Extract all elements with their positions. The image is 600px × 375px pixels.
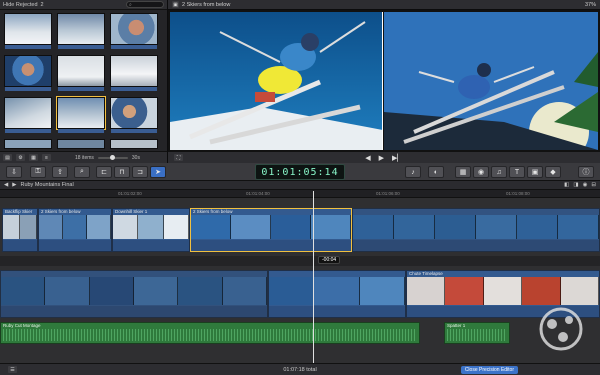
list-view-icon[interactable]: ▤ — [3, 154, 12, 161]
playhead-offset: -00:04 — [318, 256, 341, 264]
index-icon[interactable]: ☰ — [8, 366, 17, 373]
music-icon[interactable]: ♫ — [491, 166, 507, 178]
audio-clip-label: Spatter 1 — [447, 323, 466, 328]
browser-search-input[interactable]: ⌕ — [126, 1, 164, 8]
filmstrip-view-icon[interactable]: ▦ — [29, 154, 38, 161]
clip-label: Downhill Skier 1 — [115, 209, 148, 214]
event-browser: Hide Rejected 2 ⌕ ▤ ⚙ ▦ ≡ 18 items 30s — [0, 0, 168, 163]
precision-editor-divider — [0, 256, 600, 266]
audio-clip[interactable]: Ruby Cut Montage — [0, 322, 420, 344]
close-precision-editor-button[interactable]: Close Precision Editor — [460, 366, 518, 374]
clip-thumbnail-grid — [4, 13, 164, 149]
clip-thumbnail[interactable] — [57, 139, 105, 149]
project-name: Ruby Mountains Final — [20, 182, 74, 188]
timeline: Backflip Skier 2 Skiers from below Downh… — [0, 198, 600, 363]
skier-jump-image — [170, 12, 382, 150]
viewer: ▣ 2 Skiers from below 37% ⛶ ◀ ▶ ▶▏ — [168, 0, 600, 163]
clip-label: Chute Timelapse — [409, 271, 443, 276]
dashboard-timecode[interactable]: 01:01:05:14 — [255, 164, 345, 180]
generators-icon[interactable]: ▣ — [527, 166, 543, 178]
clip-thumbnail[interactable] — [57, 55, 105, 91]
ruler-label: 01:01:04:00 — [246, 191, 270, 196]
main-toolbar: ⇩ ⚿ ⇪ ⌕ ⊏ ⊓ ⊐ ➤ 01:01:05:14 ♪ ◐ ▦ ◉ ♫ T … — [0, 163, 600, 181]
ruler-label: 01:01:08:00 — [506, 191, 530, 196]
clip-filter-dropdown[interactable]: Hide Rejected — [3, 2, 38, 8]
playhead[interactable] — [313, 191, 314, 363]
timeline-clip[interactable] — [352, 208, 600, 252]
ruler-label: 01:01:02:00 — [118, 191, 142, 196]
titles-icon[interactable]: T — [509, 166, 525, 178]
clip-label: 2 Skiers from below — [41, 209, 81, 214]
timeline-clip[interactable]: Backflip Skier — [2, 208, 38, 252]
viewer-frame-incoming — [384, 12, 598, 150]
clip-thumbnail[interactable] — [4, 139, 52, 149]
audio-skimming-icon[interactable]: ◨ — [573, 182, 578, 188]
list-icon[interactable]: ≡ — [42, 154, 51, 161]
timeline-status-bar: ☰ 01:07:18 total Close Precision Editor — [0, 363, 600, 375]
audio-clip[interactable]: Spatter 1 — [444, 322, 510, 344]
viewer-zoom[interactable]: 37% — [585, 2, 596, 8]
audio-enhance-icon[interactable]: ♪ — [405, 166, 421, 178]
clip-label: Backflip Skier — [5, 209, 33, 214]
thumbnail-duration: 30s — [131, 154, 140, 161]
select-tool-icon[interactable]: ➤ — [150, 166, 166, 178]
timeline-clip[interactable] — [268, 270, 406, 318]
timeline-clip[interactable]: Downhill Skier 1 — [112, 208, 190, 252]
color-icon[interactable]: ◐ — [428, 166, 444, 178]
clip-thumbnail[interactable] — [110, 13, 158, 49]
ruler-label: 01:01:06:00 — [376, 191, 400, 196]
clip-thumbnail[interactable] — [110, 139, 158, 149]
thumbnail-size-slider[interactable] — [97, 154, 128, 160]
viewer-controls: ⛶ ◀ ▶ ▶▏ — [168, 151, 600, 163]
next-frame-icon[interactable]: ▶▏ — [392, 154, 403, 162]
browser-footer: ▤ ⚙ ▦ ≡ 18 items 30s — [0, 151, 167, 163]
clip-thumbnail[interactable] — [4, 13, 52, 49]
timeline-clip[interactable] — [0, 270, 268, 318]
append-clip-icon[interactable]: ⊐ — [132, 166, 148, 178]
clip-thumbnail[interactable] — [4, 97, 52, 133]
clip-thumbnail[interactable] — [110, 55, 158, 91]
import-icon[interactable]: ⇩ — [6, 166, 22, 178]
clip-thumbnail[interactable] — [110, 97, 158, 133]
filter-count: 2 — [40, 1, 44, 8]
back-arrow-icon[interactable]: ◀ — [4, 182, 8, 188]
gear-icon[interactable]: ⚙ — [16, 154, 25, 161]
themes-icon[interactable]: ◆ — [545, 166, 561, 178]
search-icon[interactable]: ⌕ — [74, 166, 90, 178]
timeline-header: ◀ ▶ Ruby Mountains Final ◧ ◨ ◉ ⊟ — [0, 181, 600, 190]
viewer-frame-outgoing — [170, 12, 383, 150]
connect-clip-icon[interactable]: ⊏ — [96, 166, 112, 178]
audio-clip-label: Ruby Cut Montage — [3, 323, 41, 328]
clip-thumbnail-selected[interactable] — [56, 96, 106, 133]
logo-watermark — [539, 307, 583, 351]
browser-header: Hide Rejected 2 ⌕ — [0, 0, 167, 10]
viewer-options-icon[interactable]: ⛶ — [174, 154, 183, 161]
viewer-clip-title: 2 Skiers from below — [182, 1, 231, 8]
photos-icon[interactable]: ◉ — [473, 166, 489, 178]
key-icon[interactable]: ⚿ — [30, 166, 46, 178]
clip-thumbnail[interactable] — [4, 55, 52, 91]
timeline-duration: 01:07:18 total — [283, 366, 317, 373]
share-icon[interactable]: ⇪ — [52, 166, 68, 178]
clip-label: 2 Skiers from below — [193, 209, 233, 214]
inspector-icon[interactable]: ⓘ — [578, 166, 594, 178]
effects-icon[interactable]: ▦ — [455, 166, 471, 178]
forward-arrow-icon[interactable]: ▶ — [12, 182, 16, 188]
insert-clip-icon[interactable]: ⊓ — [114, 166, 130, 178]
snapping-icon[interactable]: ⊟ — [591, 182, 596, 188]
timeline-ruler[interactable]: 01:01:02:00 01:01:04:00 01:01:06:00 01:0… — [0, 190, 600, 198]
items-count: 18 items — [75, 154, 94, 161]
clip-icon: ▣ — [172, 1, 179, 8]
skimming-icon[interactable]: ◧ — [564, 182, 569, 188]
solo-icon[interactable]: ◉ — [583, 182, 588, 188]
timeline-clip-active[interactable]: 2 Skiers from below — [190, 208, 352, 252]
timeline-clip[interactable]: 2 Skiers from below — [38, 208, 112, 252]
play-icon[interactable]: ▶ — [379, 154, 384, 162]
clip-thumbnail[interactable] — [57, 13, 105, 49]
skier-trees-image — [384, 12, 598, 150]
previous-frame-icon[interactable]: ◀ — [365, 154, 370, 162]
viewer-header: ▣ 2 Skiers from below 37% — [168, 0, 600, 10]
